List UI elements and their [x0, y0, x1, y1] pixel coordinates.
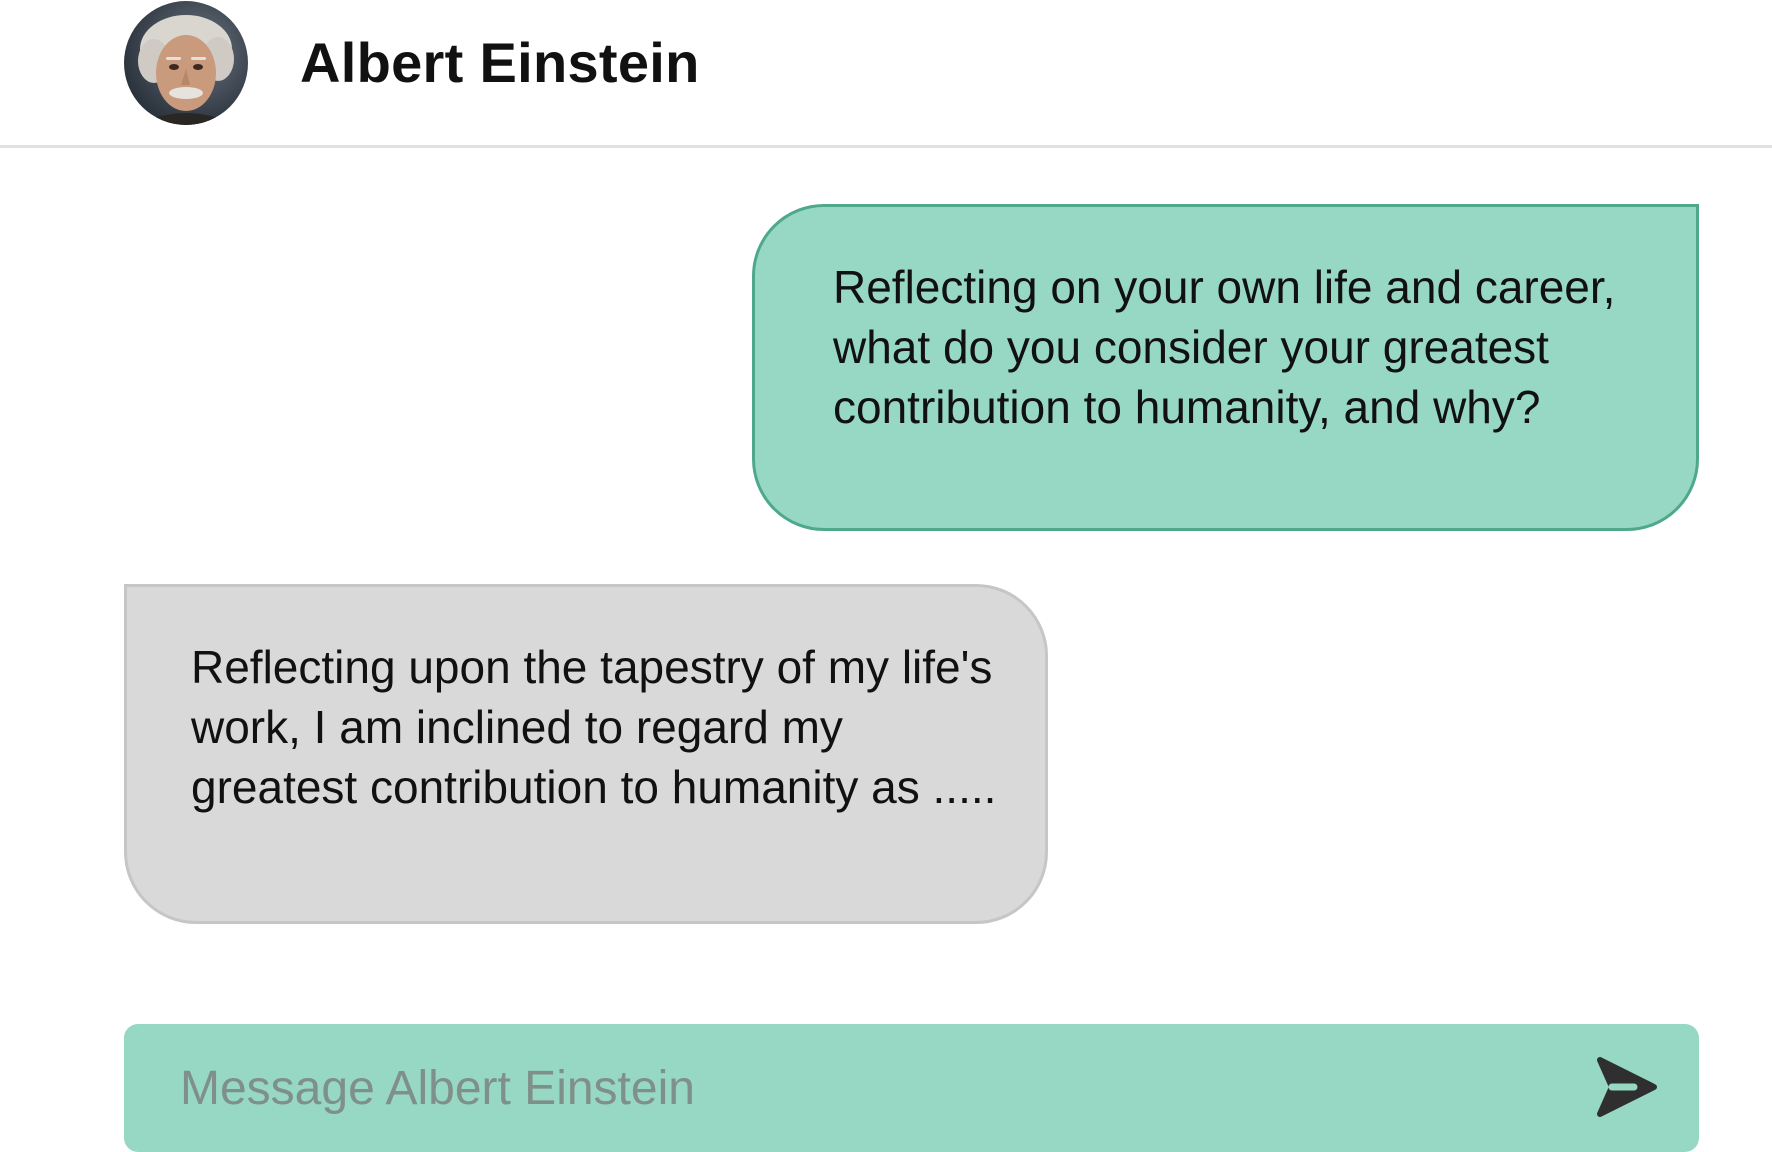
message-text: Reflecting on your own life and career, …: [833, 261, 1616, 433]
send-button[interactable]: [1594, 1054, 1660, 1120]
contact-avatar[interactable]: [124, 1, 248, 125]
einstein-portrait-icon: [136, 15, 236, 125]
incoming-message-bubble: Reflecting upon the tapestry of my life'…: [124, 584, 1048, 924]
message-text: Reflecting upon the tapestry of my life'…: [191, 641, 997, 813]
chat-header: Albert Einstein: [0, 0, 1772, 148]
chat-app: Albert Einstein Reflecting on your own l…: [0, 0, 1772, 1152]
message-input[interactable]: [180, 1024, 1540, 1152]
send-arrow-icon: [1597, 1057, 1657, 1117]
message-composer: [124, 1024, 1699, 1152]
contact-name: Albert Einstein: [300, 31, 700, 94]
outgoing-message-bubble: Reflecting on your own life and career, …: [752, 204, 1699, 531]
